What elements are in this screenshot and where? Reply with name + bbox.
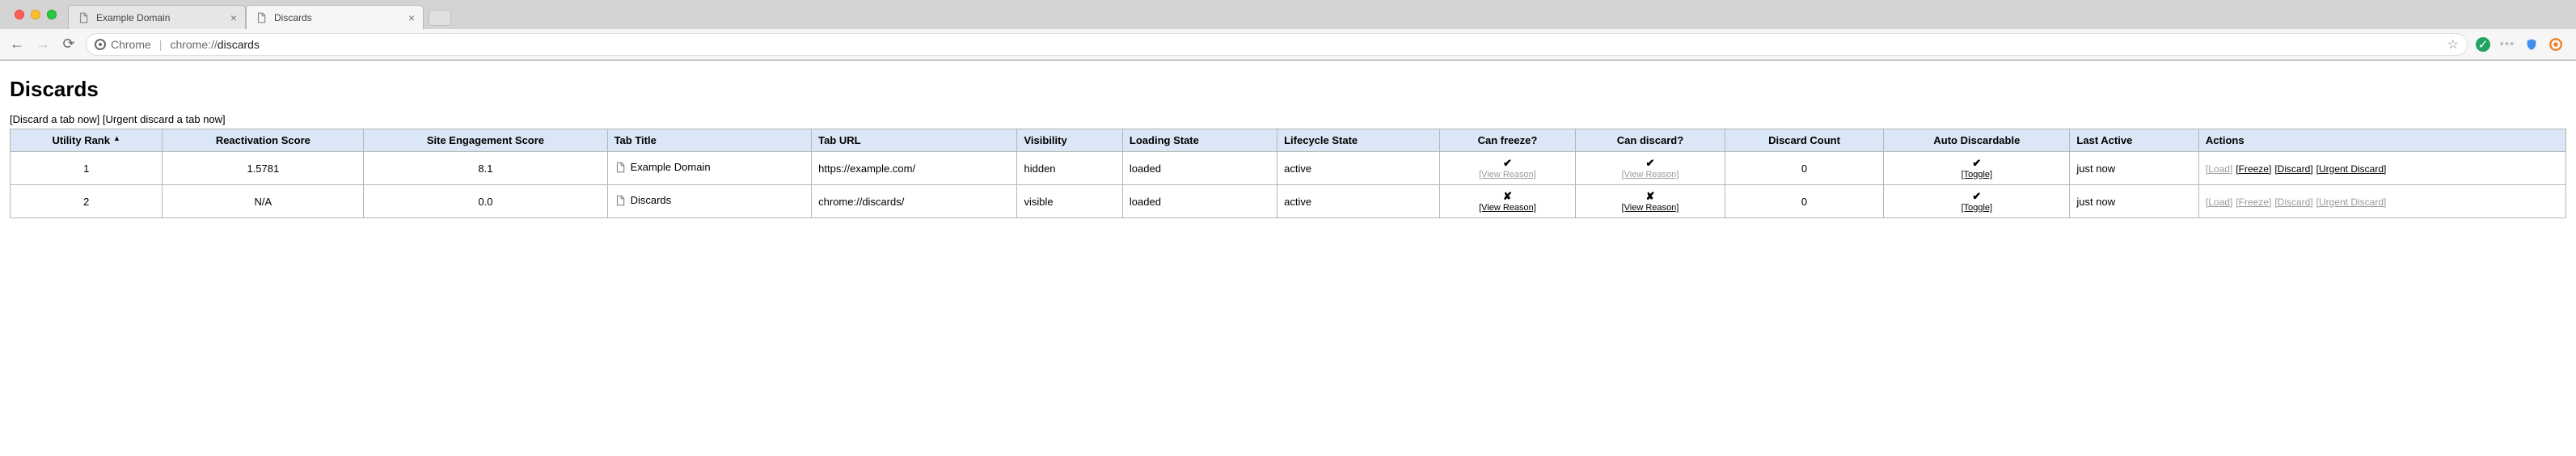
back-button[interactable]: ← [8, 36, 26, 53]
col-visibility[interactable]: Visibility [1017, 129, 1122, 152]
view-reason-link[interactable]: [View Reason] [1582, 203, 1718, 213]
discard-tab-now-link[interactable]: [Discard a tab now] [10, 113, 99, 125]
omnibox-path: chrome://discards [170, 38, 260, 51]
view-reason-link[interactable]: [View Reason] [1446, 170, 1569, 179]
cell-visibility: hidden [1017, 152, 1122, 185]
file-icon [614, 195, 626, 206]
col-can-freeze[interactable]: Can freeze? [1439, 129, 1575, 152]
view-reason-link[interactable]: [View Reason] [1582, 170, 1718, 179]
omnibox[interactable]: Chrome | chrome://discards ☆ [86, 33, 2468, 56]
cell-actions: [Load] [Freeze][Discard] [Urgent Discard] [2198, 185, 2565, 218]
tab-title: Discards [274, 12, 402, 23]
col-tab-url[interactable]: Tab URL [812, 129, 1017, 152]
action-load: [Load] [2206, 196, 2232, 208]
reload-button[interactable]: ⟳ [60, 36, 78, 53]
extension-icon[interactable] [2549, 37, 2563, 52]
cell-site-engagement: 0.0 [364, 185, 607, 218]
browser-tab[interactable]: Discards × [246, 5, 424, 29]
tab-strip: Example Domain × Discards × [0, 0, 2576, 29]
cell-discard-count: 0 [1725, 185, 1884, 218]
extension-icons: ✓ ••• [2476, 37, 2568, 52]
discards-table: Utility Rank Reactivation Score Site Eng… [10, 129, 2566, 218]
close-window-button[interactable] [15, 10, 24, 19]
col-tab-title[interactable]: Tab Title [607, 129, 812, 152]
col-reactivation-score[interactable]: Reactivation Score [163, 129, 364, 152]
col-actions[interactable]: Actions [2198, 129, 2565, 152]
cell-tab-title: Discards [607, 185, 812, 218]
cell-can-discard: ✔[View Reason] [1576, 152, 1725, 185]
cell-tab-url: https://example.com/ [812, 152, 1017, 185]
extension-icon[interactable]: ••• [2500, 37, 2515, 52]
cell-auto-discardable: ✔[Toggle] [1884, 185, 2070, 218]
cell-utility-rank: 1 [11, 152, 163, 185]
forward-button[interactable]: → [34, 36, 52, 53]
cell-lifecycle-state: active [1277, 152, 1440, 185]
cell-loading-state: loaded [1122, 152, 1277, 185]
col-discard-count[interactable]: Discard Count [1725, 129, 1884, 152]
file-icon [255, 11, 268, 24]
minimize-window-button[interactable] [31, 10, 40, 19]
cell-last-active: just now [2070, 185, 2199, 218]
browser-tab[interactable]: Example Domain × [68, 5, 246, 29]
toolbar: ← → ⟳ Chrome | chrome://discards ☆ ✓ ••• [0, 29, 2576, 60]
top-actions: [Discard a tab now] [Urgent discard a ta… [10, 113, 2566, 125]
action-freeze: [Freeze] [2236, 196, 2271, 208]
cell-tab-title: Example Domain [607, 152, 812, 185]
extension-shield-icon[interactable] [2524, 37, 2539, 52]
urgent-discard-tab-now-link[interactable]: [Urgent discard a tab now] [103, 113, 226, 125]
file-icon [614, 162, 626, 173]
col-utility-rank[interactable]: Utility Rank [11, 129, 163, 152]
action-urgent-discard[interactable]: [Urgent Discard] [2316, 163, 2387, 175]
maximize-window-button[interactable] [47, 10, 57, 19]
close-tab-icon[interactable]: × [408, 11, 415, 24]
tab-title: Example Domain [96, 12, 224, 23]
cell-visibility: visible [1017, 185, 1122, 218]
toggle-link[interactable]: [Toggle] [1890, 203, 2063, 213]
table-row: 2N/A0.0Discardschrome://discards/visible… [11, 185, 2566, 218]
cell-can-freeze: ✘[View Reason] [1439, 185, 1575, 218]
cell-discard-count: 0 [1725, 152, 1884, 185]
cell-tab-url: chrome://discards/ [812, 185, 1017, 218]
omnibox-separator: | [159, 38, 163, 51]
col-last-active[interactable]: Last Active [2070, 129, 2199, 152]
cell-actions: [Load] [Freeze][Discard] [Urgent Discard] [2198, 152, 2565, 185]
page-title: Discards [10, 77, 2566, 102]
table-header-row: Utility Rank Reactivation Score Site Eng… [11, 129, 2566, 152]
omnibox-host: Chrome [111, 38, 151, 51]
cell-utility-rank: 2 [11, 185, 163, 218]
cell-last-active: just now [2070, 152, 2199, 185]
cell-can-discard: ✘[View Reason] [1576, 185, 1725, 218]
cell-lifecycle-state: active [1277, 185, 1440, 218]
file-icon [77, 11, 90, 24]
view-reason-link[interactable]: [View Reason] [1446, 203, 1569, 213]
new-tab-button[interactable] [429, 10, 451, 26]
table-row: 11.57818.1Example Domainhttps://example.… [11, 152, 2566, 185]
action-load: [Load] [2206, 163, 2232, 175]
cell-reactivation-score: N/A [163, 185, 364, 218]
cell-can-freeze: ✔[View Reason] [1439, 152, 1575, 185]
action-discard[interactable]: [Discard] [2274, 163, 2312, 175]
cell-auto-discardable: ✔[Toggle] [1884, 152, 2070, 185]
col-lifecycle-state[interactable]: Lifecycle State [1277, 129, 1440, 152]
browser-chrome: Example Domain × Discards × ← → ⟳ Chrome | … [0, 0, 2576, 61]
cell-reactivation-score: 1.5781 [163, 152, 364, 185]
toggle-link[interactable]: [Toggle] [1890, 170, 2063, 179]
col-auto-discardable[interactable]: Auto Discardable [1884, 129, 2070, 152]
site-info-icon[interactable] [95, 39, 106, 50]
bookmark-star-icon[interactable]: ☆ [2447, 36, 2459, 53]
extension-icon[interactable]: ✓ [2476, 37, 2490, 52]
cell-loading-state: loaded [1122, 185, 1277, 218]
cell-site-engagement: 8.1 [364, 152, 607, 185]
action-freeze[interactable]: [Freeze] [2236, 163, 2271, 175]
col-loading-state[interactable]: Loading State [1122, 129, 1277, 152]
action-urgent-discard: [Urgent Discard] [2316, 196, 2387, 208]
page-content: Discards [Discard a tab now] [Urgent dis… [0, 61, 2576, 226]
close-tab-icon[interactable]: × [230, 11, 237, 24]
col-can-discard[interactable]: Can discard? [1576, 129, 1725, 152]
window-controls [6, 0, 68, 29]
col-site-engagement[interactable]: Site Engagement Score [364, 129, 607, 152]
action-discard: [Discard] [2274, 196, 2312, 208]
